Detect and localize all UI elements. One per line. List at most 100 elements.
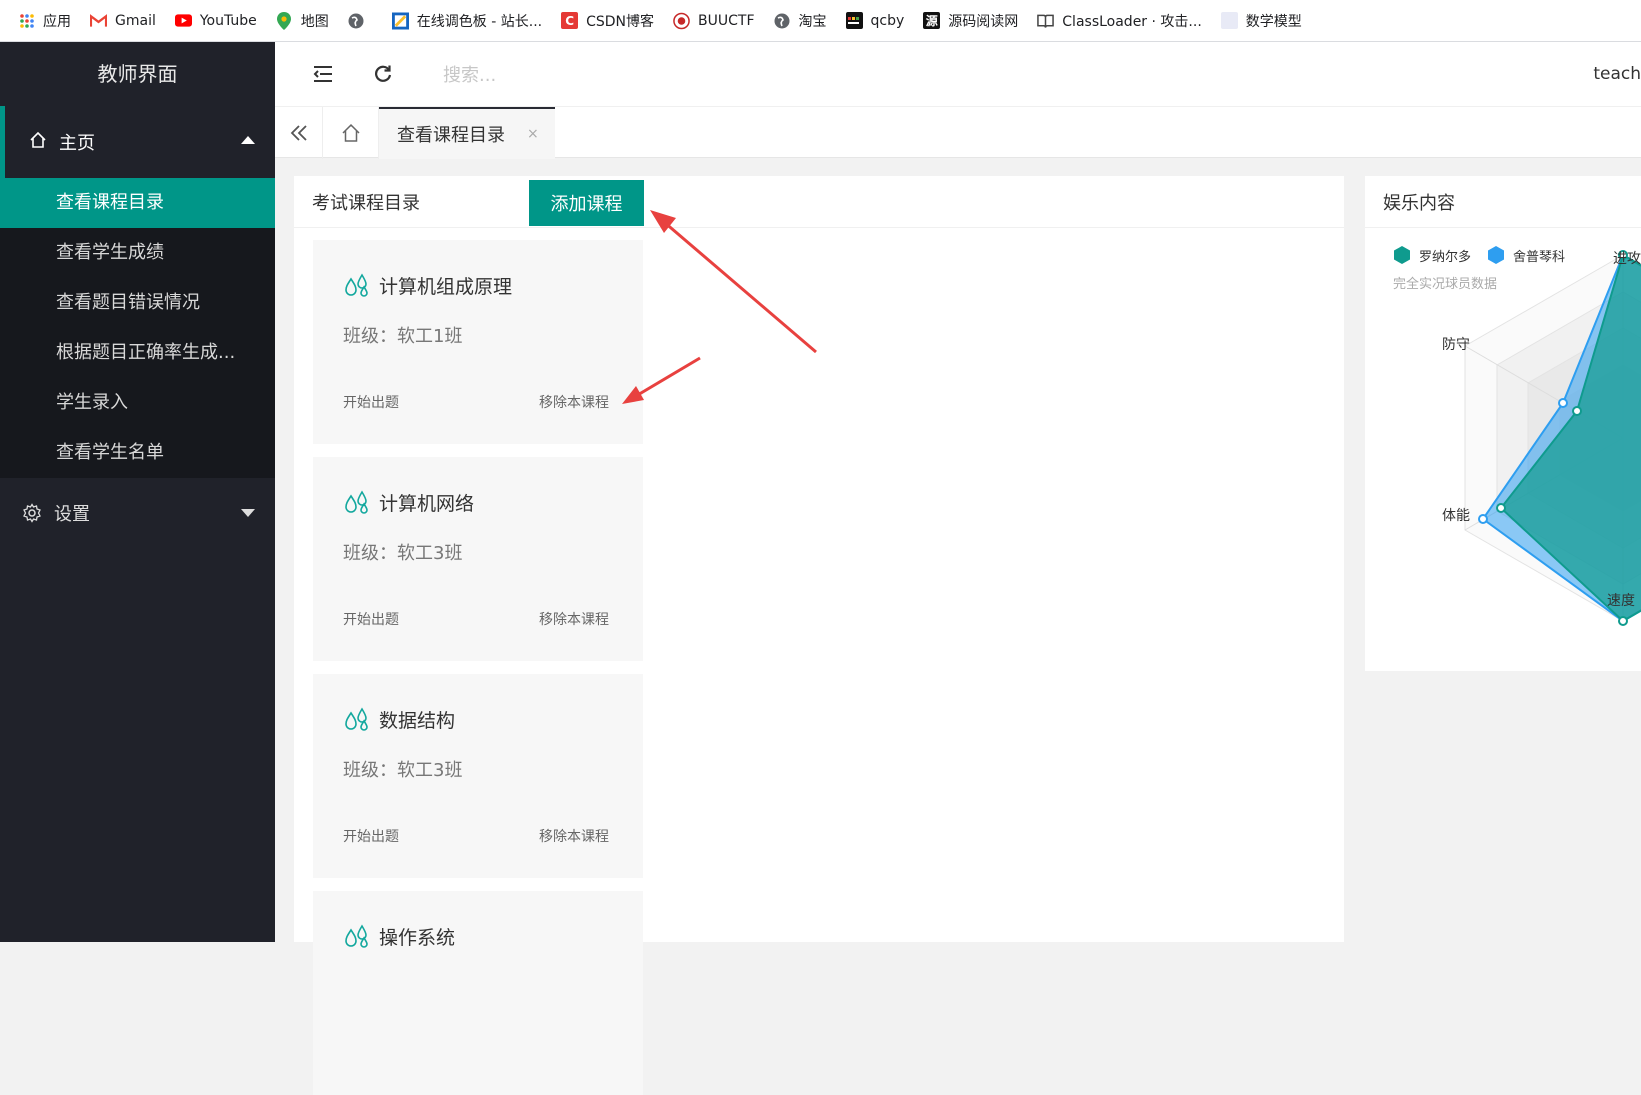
bookmark-label: YouTube bbox=[199, 12, 257, 29]
search-input[interactable]: 搜索... bbox=[443, 61, 496, 87]
bookmark-label: BUUCTF bbox=[698, 12, 755, 29]
radar-point bbox=[1558, 398, 1568, 408]
tab-course-catalog[interactable]: 查看课程目录 × bbox=[379, 107, 555, 159]
gmail-icon bbox=[90, 12, 107, 29]
sidebar-item-student-scores[interactable]: 查看学生成绩 bbox=[0, 228, 275, 278]
bookmark-gmail[interactable]: Gmail bbox=[90, 12, 156, 29]
bookmarks-bar: 应用 Gmail YouTube 地图 在线调色板 - 站长... C CSDN… bbox=[0, 0, 1641, 42]
course-title: 操作系统 bbox=[343, 923, 455, 950]
sidebar-item-generate-by-accuracy[interactable]: 根据题目正确率生成... bbox=[0, 328, 275, 378]
start-question-link[interactable]: 开始出题 bbox=[343, 392, 399, 412]
bookmark-label: 淘宝 bbox=[798, 13, 827, 30]
course-title: 计算机组成原理 bbox=[343, 272, 512, 299]
bookmark-classloader[interactable]: ClassLoader · 攻击... bbox=[1037, 11, 1202, 31]
sidebar-item-settings-label: 设置 bbox=[54, 504, 90, 525]
bookmark-label: 应用 bbox=[43, 13, 71, 30]
radar-axis-label-stamina: 体能 bbox=[1442, 508, 1470, 524]
add-course-button[interactable]: 添加课程 bbox=[529, 180, 644, 226]
bookmark-label: Gmail bbox=[115, 12, 156, 29]
sidebar-submenu: 查看课程目录 查看学生成绩 查看题目错误情况 根据题目正确率生成... 学生录入… bbox=[0, 178, 275, 478]
radar-axis-label-attack: 进攻 bbox=[1613, 251, 1641, 267]
tabs-scroll-left-button[interactable] bbox=[275, 107, 323, 159]
youtube-icon bbox=[174, 12, 192, 29]
buuctf-icon bbox=[673, 12, 690, 29]
course-title: 数据结构 bbox=[343, 706, 455, 733]
bookmark-qcby[interactable]: qcby bbox=[845, 12, 905, 29]
bookmark-label: 数学模型 bbox=[1245, 13, 1302, 30]
start-question-link[interactable]: 开始出题 bbox=[343, 826, 399, 846]
bookmark-buuctf[interactable]: BUUCTF bbox=[673, 12, 755, 29]
water-drops-icon bbox=[345, 272, 368, 297]
user-name[interactable]: teach bbox=[1593, 64, 1641, 84]
course-class: 班级：软工1班 bbox=[343, 326, 463, 347]
tab-home[interactable] bbox=[323, 107, 379, 159]
radar-axis-label-defense: 防守 bbox=[1442, 337, 1470, 353]
bookmark-csdn[interactable]: C CSDN博客 bbox=[561, 11, 654, 31]
legend-label: 罗纳尔多 bbox=[1419, 249, 1472, 265]
legend-label: 舍普琴科 bbox=[1513, 249, 1566, 265]
palette-icon bbox=[391, 12, 409, 29]
course-name: 计算机网络 bbox=[379, 493, 475, 515]
legend-item-ronaldo[interactable]: 罗纳尔多 bbox=[1393, 245, 1471, 265]
sidebar-item-settings[interactable]: 设置 bbox=[0, 478, 275, 548]
sidebar-item-home[interactable]: 主页 bbox=[0, 106, 275, 178]
course-card: 数据结构 班级：软工3班 开始出题 移除本课程 bbox=[313, 674, 643, 878]
radar-legend: 罗纳尔多 舍普琴科 bbox=[1393, 245, 1581, 265]
maps-pin-icon bbox=[276, 11, 293, 30]
tabs-bar: 查看课程目录 × bbox=[275, 106, 1641, 159]
bookmark-palette[interactable]: 在线调色板 - 站长... bbox=[391, 11, 543, 31]
caret-down-icon bbox=[241, 509, 255, 517]
double-chevron-left-icon bbox=[290, 125, 307, 141]
bookmark-apps[interactable]: 应用 bbox=[18, 11, 71, 31]
home-icon bbox=[341, 123, 360, 142]
radar-subtitle: 完全实况球员数据 bbox=[1393, 277, 1498, 292]
top-header: 搜索... teach bbox=[275, 42, 1641, 106]
course-class: 班级：软工3班 bbox=[343, 760, 463, 781]
sidebar-title: 教师界面 bbox=[97, 62, 178, 86]
water-drops-icon bbox=[345, 489, 368, 514]
radar-point bbox=[1618, 616, 1628, 626]
bookmark-label: ClassLoader · 攻击... bbox=[1062, 13, 1202, 30]
sidebar-item-student-list[interactable]: 查看学生名单 bbox=[0, 428, 275, 478]
course-class: 班级：软工3班 bbox=[343, 543, 463, 564]
bookmark-math-model[interactable]: 数学模型 bbox=[1220, 11, 1302, 31]
sidebar-item-question-errors[interactable]: 查看题目错误情况 bbox=[0, 278, 275, 328]
bookmark-maps[interactable]: 地图 bbox=[276, 11, 329, 31]
course-card: 计算机网络 班级：软工3班 开始出题 移除本课程 bbox=[313, 457, 643, 661]
legend-item-sheva[interactable]: 舍普琴科 bbox=[1487, 245, 1565, 265]
radar-point bbox=[1496, 503, 1506, 513]
tab-label: 查看课程目录 bbox=[397, 125, 505, 146]
apps-grid-icon bbox=[18, 12, 35, 29]
book-icon bbox=[1037, 12, 1055, 29]
sidebar-item-course-catalog[interactable]: 查看课程目录 bbox=[0, 178, 275, 228]
bookmark-label: 地图 bbox=[300, 13, 329, 30]
sidebar-item-student-entry[interactable]: 学生录入 bbox=[0, 378, 275, 428]
sidebar-item-home-label: 主页 bbox=[59, 133, 95, 154]
hexagon-icon bbox=[1394, 246, 1410, 264]
remove-course-link[interactable]: 移除本课程 bbox=[539, 826, 609, 846]
source-code-icon: 源 bbox=[923, 12, 941, 29]
start-question-link[interactable]: 开始出题 bbox=[343, 609, 399, 629]
remove-course-link[interactable]: 移除本课程 bbox=[539, 392, 609, 412]
remove-course-link[interactable]: 移除本课程 bbox=[539, 609, 609, 629]
course-card: 操作系统 bbox=[313, 891, 643, 1095]
menu-collapse-icon[interactable] bbox=[311, 62, 335, 86]
radar-point bbox=[1478, 514, 1488, 524]
hexagon-icon bbox=[1488, 246, 1505, 264]
blank-page-icon bbox=[1220, 12, 1238, 29]
bookmark-youtube[interactable]: YouTube bbox=[174, 12, 257, 29]
panel-title: 考试课程目录 bbox=[294, 176, 1344, 228]
bookmark-label: qcby bbox=[870, 12, 905, 29]
bookmark-label: CSDN博客 bbox=[586, 13, 655, 30]
bookmark-globe[interactable] bbox=[348, 12, 373, 29]
bookmark-label: 在线调色板 - 站长... bbox=[416, 13, 543, 30]
refresh-icon[interactable] bbox=[371, 62, 395, 86]
course-card: 计算机组成原理 班级：软工1班 开始出题 移除本课程 bbox=[313, 240, 643, 444]
close-icon[interactable]: × bbox=[527, 126, 539, 142]
radar-axis-label-speed: 速度 bbox=[1607, 593, 1635, 609]
gear-icon bbox=[22, 503, 42, 523]
bookmark-source-code[interactable]: 源 源码阅读网 bbox=[923, 11, 1018, 31]
home-icon bbox=[29, 131, 47, 154]
water-drops-icon bbox=[345, 706, 368, 731]
bookmark-taobao[interactable]: 淘宝 bbox=[774, 11, 827, 31]
